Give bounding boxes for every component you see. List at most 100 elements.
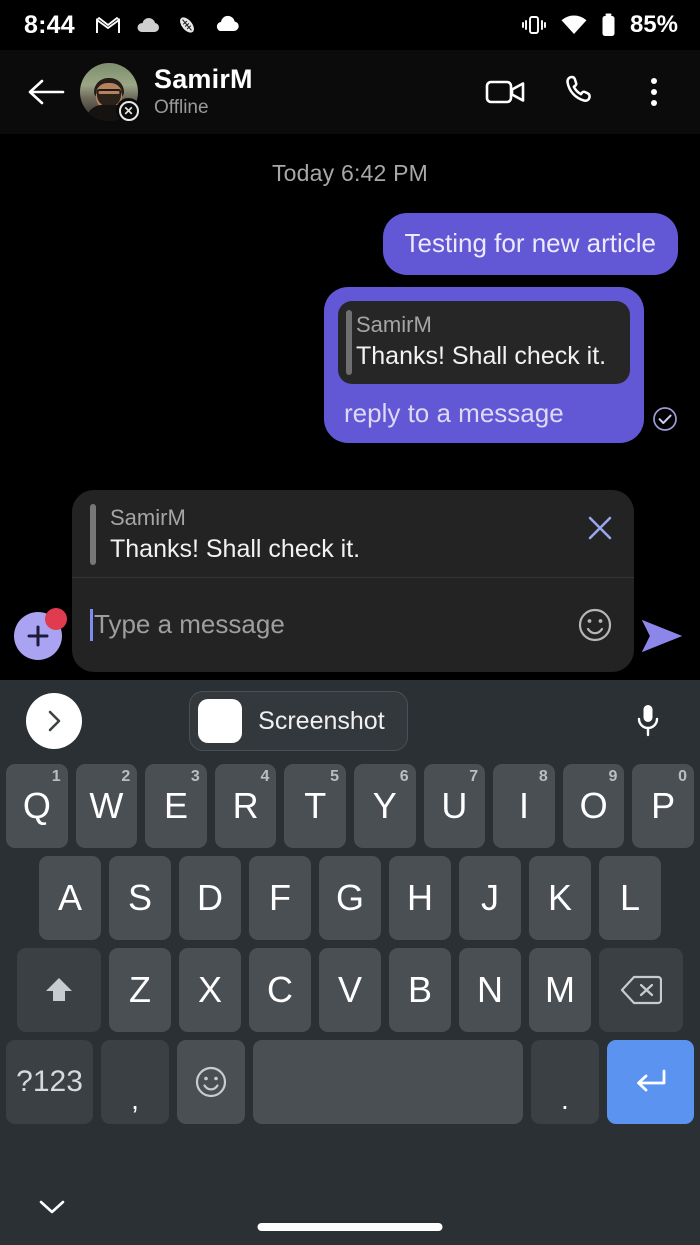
- three-dots-icon: [651, 78, 657, 106]
- shift-key[interactable]: [17, 948, 101, 1032]
- key-q[interactable]: 1Q: [6, 764, 68, 848]
- back-button[interactable]: [24, 70, 68, 114]
- key-o[interactable]: 9O: [562, 764, 625, 848]
- quoted-message[interactable]: SamirM Thanks! Shall check it.: [338, 301, 630, 384]
- suggestion-bar: Screenshot: [0, 680, 700, 762]
- wifi-icon: [560, 14, 588, 36]
- reply-preview: SamirM Thanks! Shall check it.: [72, 490, 634, 578]
- reply-preview-text: Thanks! Shall check it.: [110, 534, 361, 563]
- key-x[interactable]: X: [179, 948, 241, 1032]
- key-label: E: [164, 785, 189, 826]
- back-arrow-icon: [28, 79, 65, 105]
- key-superscript: 5: [330, 768, 339, 785]
- key-n[interactable]: N: [459, 948, 521, 1032]
- status-bar-system-icons: 85%: [521, 11, 678, 39]
- voice-input-button[interactable]: [622, 695, 674, 747]
- voice-call-button[interactable]: [558, 70, 602, 114]
- key-a[interactable]: A: [39, 856, 101, 940]
- key-superscript: 3: [190, 768, 200, 785]
- emoji-icon: [195, 1066, 227, 1098]
- home-indicator[interactable]: [257, 1223, 443, 1231]
- message-composer: SamirM Thanks! Shall check it. Type a me…: [0, 490, 700, 680]
- symbols-key[interactable]: ?123: [6, 1040, 94, 1124]
- key-z[interactable]: Z: [109, 948, 171, 1032]
- cloud-icon: [213, 15, 241, 35]
- key-label: V: [337, 969, 362, 1010]
- key-label: Z: [129, 969, 151, 1010]
- header-actions: [484, 70, 680, 114]
- microphone-icon: [637, 705, 659, 737]
- send-button[interactable]: [634, 608, 690, 664]
- football-icon: [175, 13, 199, 37]
- key-u[interactable]: 7U: [423, 764, 486, 848]
- key-label: C: [267, 969, 293, 1010]
- key-label: N: [477, 969, 503, 1010]
- key-d[interactable]: D: [179, 856, 241, 940]
- outgoing-reply-bubble[interactable]: SamirM Thanks! Shall check it. reply to …: [324, 287, 644, 444]
- clipboard-suggestion-label: Screenshot: [258, 706, 385, 735]
- peer-info[interactable]: SamirM Offline: [154, 64, 253, 120]
- key-s[interactable]: S: [109, 856, 171, 940]
- backspace-key[interactable]: [599, 948, 683, 1032]
- key-w[interactable]: 2W: [75, 764, 138, 848]
- overflow-menu-button[interactable]: [632, 70, 676, 114]
- clipboard-suggestion-chip[interactable]: Screenshot: [189, 691, 408, 751]
- attachment-button-wrap: [14, 608, 67, 662]
- key-t[interactable]: 5T: [284, 764, 346, 848]
- key-superscript: 9: [608, 768, 618, 785]
- key-c[interactable]: C: [249, 948, 311, 1032]
- space-key[interactable]: [253, 1040, 523, 1124]
- key-label: K: [547, 877, 572, 918]
- key-label: A: [57, 877, 82, 918]
- composer-card: SamirM Thanks! Shall check it. Type a me…: [72, 490, 634, 672]
- key-b[interactable]: B: [389, 948, 451, 1032]
- key-j[interactable]: J: [459, 856, 521, 940]
- key-l[interactable]: L: [599, 856, 661, 940]
- key-e[interactable]: 3E: [145, 764, 207, 848]
- key-label: Y: [372, 785, 397, 826]
- outgoing-message-bubble[interactable]: Testing for new article: [382, 213, 678, 276]
- enter-key[interactable]: [606, 1040, 694, 1124]
- gmail-icon: [95, 15, 121, 35]
- video-call-button[interactable]: [484, 70, 528, 114]
- quote-accent-bar: [346, 310, 352, 375]
- vibrate-icon: [521, 14, 547, 36]
- key-f[interactable]: F: [249, 856, 311, 940]
- video-camera-icon: [485, 80, 525, 104]
- close-reply-button[interactable]: [576, 504, 624, 552]
- period-key[interactable]: .: [530, 1040, 599, 1124]
- chevron-right-icon: [48, 710, 61, 732]
- key-label: L: [619, 877, 641, 918]
- peer-name: SamirM: [154, 63, 253, 94]
- key-label: Q: [22, 785, 51, 826]
- key-i[interactable]: 8I: [493, 764, 555, 848]
- emoji-key[interactable]: [177, 1040, 246, 1124]
- message-input-row[interactable]: Type a message: [72, 578, 634, 672]
- avatar[interactable]: ✕: [80, 63, 141, 123]
- key-p[interactable]: 0P: [632, 764, 694, 848]
- keyboard-row-2: A S D F G H J K L: [0, 856, 700, 940]
- key-h[interactable]: H: [389, 856, 451, 940]
- expand-toolbar-button[interactable]: [26, 693, 82, 749]
- key-label: O: [579, 785, 608, 826]
- key-label: S: [127, 877, 152, 918]
- key-m[interactable]: M: [529, 948, 591, 1032]
- key-label: H: [407, 877, 433, 918]
- keyboard-row-4: ?123 , .: [0, 1040, 700, 1124]
- key-label: I: [518, 785, 529, 826]
- key-k[interactable]: K: [529, 856, 591, 940]
- key-superscript: 4: [260, 768, 270, 785]
- key-r[interactable]: 4R: [214, 764, 277, 848]
- key-y[interactable]: 6Y: [354, 764, 416, 848]
- keyboard-row-1: 1Q 2W 3E 4R 5T 6Y 7U 8I 9O 0P: [0, 764, 700, 848]
- status-bar: 8:44 85%: [0, 0, 700, 50]
- key-label: X: [197, 969, 222, 1010]
- message-input[interactable]: Type a message: [94, 609, 570, 640]
- comma-key[interactable]: ,: [101, 1040, 170, 1124]
- hide-keyboard-button[interactable]: [32, 1187, 72, 1227]
- on-screen-keyboard: Screenshot 1Q 2W 3E 4R 5T 6Y 7U 8I 9O 0P…: [0, 680, 700, 1245]
- key-v[interactable]: V: [319, 948, 381, 1032]
- key-g[interactable]: G: [319, 856, 381, 940]
- key-label: B: [407, 969, 432, 1010]
- emoji-button[interactable]: [570, 600, 620, 650]
